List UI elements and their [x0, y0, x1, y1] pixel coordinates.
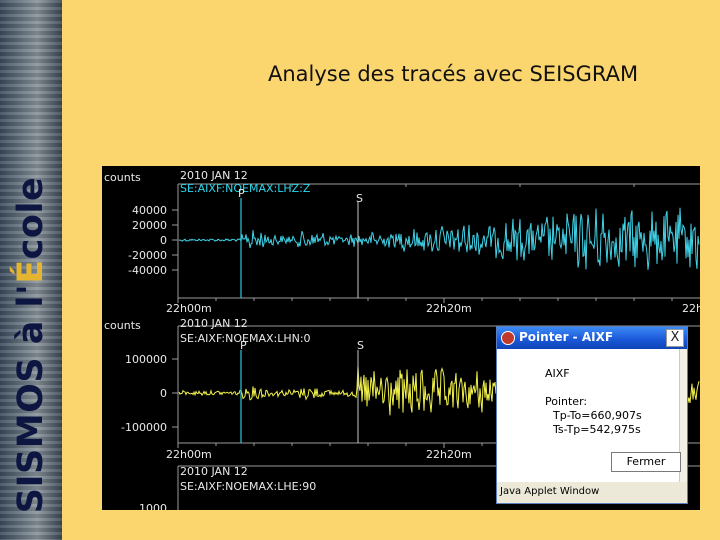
trace-1-station: SE:AIXF:NOEMAX:LHZ:Z — [180, 182, 311, 195]
banner-title-text: SISMOS à l' — [11, 283, 51, 514]
trace-1-date: 2010 JAN 12 — [180, 169, 248, 182]
fermer-button[interactable]: Fermer — [611, 452, 681, 472]
pointer-label: Pointer: — [545, 395, 588, 408]
pointer-tp-to: Tp-To=660,907s — [553, 409, 642, 422]
banner-title: SISMOS à l'École — [11, 177, 51, 513]
trace-2-xtick-0: 22h00m — [166, 448, 212, 461]
side-banner: SISMOS à l'École — [0, 0, 62, 540]
trace-2-ytick-1: 0 — [160, 387, 167, 400]
trace-2-date: 2010 JAN 12 — [180, 317, 248, 330]
pointer-window-titlebar[interactable]: Pointer - AIXF X — [497, 327, 687, 349]
trace-1-waveform — [178, 207, 700, 270]
trace-2-ytick-2: -100000 — [121, 421, 167, 434]
trace-1-xtick-1: 22h20m — [426, 302, 472, 315]
trace-1-ytick-2: 0 — [160, 234, 167, 247]
applet-status: Java Applet Window — [500, 486, 600, 497]
pointer-ts-tp: Ts-Tp=542,975s — [553, 423, 641, 436]
pointer-window-title: Pointer - AIXF — [519, 330, 614, 344]
trace-1: counts 2010 JAN 12 SE:AIXF:NOEMAX:LHZ:Z … — [104, 169, 700, 315]
slide-title: Analyse des tracés avec SEISGRAM — [268, 62, 639, 86]
trace-2-ytick-0: 100000 — [125, 353, 167, 366]
trace-1-xtick-0: 22h00m — [166, 302, 212, 315]
trace-1-ytick-0: 40000 — [132, 204, 167, 217]
pointer-window[interactable]: Pointer - AIXF X AIXF Pointer: Tp-To=660… — [496, 326, 688, 504]
java-icon — [501, 331, 515, 345]
trace-1-units: counts — [104, 171, 141, 184]
trace-1-phase-s: S — [356, 192, 363, 205]
banner-title-end: cole — [11, 176, 51, 260]
trace-1-ytick-3: -20000 — [128, 249, 167, 262]
trace-2-units: counts — [104, 319, 141, 332]
trace-2-xtick-1: 22h20m — [426, 448, 472, 461]
trace-3-date: 2010 JAN 12 — [180, 465, 248, 478]
trace-3-ytick-0: 1000 — [139, 502, 167, 510]
banner-title-accent: É — [11, 259, 51, 284]
trace-3-station: SE:AIXF:NOEMAX:LHE:90 — [180, 480, 316, 493]
trace-1-xtick-2: 22h — [682, 302, 700, 315]
trace-1-ytick-4: -40000 — [128, 264, 167, 277]
trace-1-ytick-1: 20000 — [132, 219, 167, 232]
pointer-station: AIXF — [545, 367, 570, 380]
close-button[interactable]: X — [666, 329, 684, 347]
